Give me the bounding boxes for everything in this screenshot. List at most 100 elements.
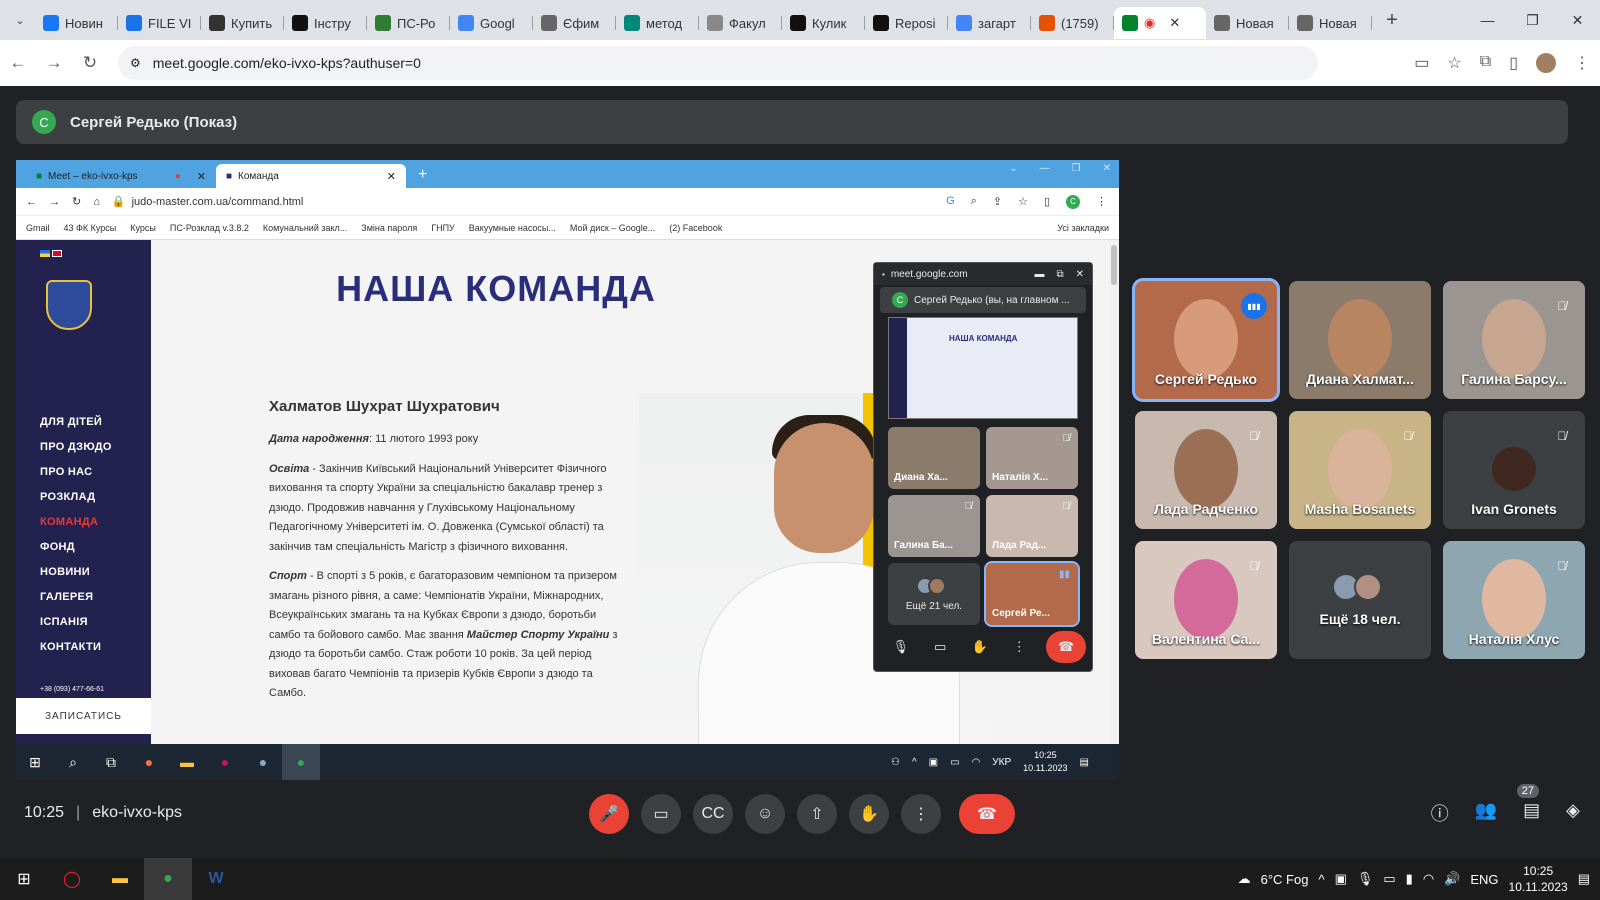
participant-tile[interactable]: Ещё 18 чел. [1289, 541, 1431, 659]
participant-video [1174, 299, 1238, 379]
restore-icon[interactable]: ❐ [1510, 0, 1555, 40]
menu-kebab-icon[interactable]: ⋮ [1574, 53, 1590, 73]
mic-icon[interactable]: 🎙 [1357, 871, 1374, 887]
windows-start-icon: ⊞ [29, 753, 41, 770]
captions-icon[interactable]: CC [693, 794, 733, 834]
home-icon: ⌂ [93, 195, 100, 208]
mic-off-icon[interactable]: 🎤 [589, 794, 629, 834]
globe-icon [707, 15, 723, 31]
browser-tab[interactable]: Googl [450, 7, 533, 39]
emoji-icon[interactable]: ☺ [745, 794, 785, 834]
browser-tab[interactable]: ◉ ✕ [1114, 7, 1206, 39]
browser-tab[interactable]: Купить [201, 7, 284, 39]
minimize-icon[interactable]: — [1465, 0, 1510, 40]
tab-label: Факул [729, 15, 766, 31]
raise-hand-icon[interactable]: ✋ [849, 794, 889, 834]
pip-participant-tile: 🎙̸ Галина Ба... [888, 495, 980, 557]
browser-tab[interactable]: Факул [699, 7, 782, 39]
new-tab-icon: + [418, 166, 428, 183]
chevron-up-icon[interactable]: ^ [1318, 872, 1324, 887]
browser-tab[interactable]: ПС-Ро [367, 7, 450, 39]
display-icon[interactable]: ▭ [1383, 871, 1395, 887]
meet-icon [1122, 15, 1138, 31]
people-icon[interactable]: 👥 27 [1475, 784, 1539, 826]
weather-text[interactable]: 6°C Fog [1261, 872, 1309, 887]
weather-icon[interactable]: ☁ [1238, 871, 1251, 887]
activities-icon[interactable]: ◈ [1566, 800, 1580, 826]
meeting-details-icon[interactable]: ⓘ [1431, 800, 1449, 826]
participant-tile[interactable]: 🎙̸ Masha Bosanets [1289, 411, 1431, 529]
bookmark-item: Вакуумные насосы... [468, 222, 556, 233]
browser-tab[interactable]: Новин [35, 7, 118, 39]
windows-start-icon[interactable]: ⊞ [0, 858, 48, 900]
close-tab-icon[interactable]: ✕ [1169, 15, 1180, 31]
extensions-icon[interactable]: ⧉ [1480, 53, 1491, 73]
file-explorer-icon[interactable]: ▬ [96, 858, 144, 900]
more-options-icon[interactable]: ⋮ [901, 794, 941, 834]
site-sidebar: ДЛЯ ДІТЕЙ ПРО ДЗЮДО ПРО НАС РОЗКЛАД КОМАНДА Ф… [16, 240, 151, 744]
participant-tile[interactable]: 🎙̸ Галина Барсу... [1443, 281, 1585, 399]
shared-window-controls: ⌄ — ❐ ✕ [1009, 163, 1111, 174]
pip-mini-title: НАША КОМАНДА [949, 334, 1018, 343]
meet-pip-window: ▪ meet.google.com ▬ ⧉ ✕ С Сергей Редько (в… [873, 262, 1093, 672]
site-settings-icon[interactable]: ⚙ [130, 56, 141, 70]
opera-icon[interactable]: ◯ [48, 858, 96, 900]
close-window-icon[interactable]: ✕ [1555, 0, 1600, 40]
camera-toggle-icon[interactable]: ▭ [641, 794, 681, 834]
browser-tab[interactable]: Єфим [533, 7, 616, 39]
profile-avatar[interactable] [1536, 53, 1556, 73]
language-indicator[interactable]: ENG [1470, 872, 1498, 887]
browser-tab-strip: ⌄ Новин FILE VI Купить Інстру ПС-Ро Googl Єфим… [0, 0, 1600, 40]
browser-tab[interactable]: Новая [1289, 7, 1372, 39]
bookmark-item: Зміна пароля [361, 222, 418, 233]
participant-tile[interactable]: 🎙̸ Наталія Хлус [1443, 541, 1585, 659]
participant-name: Masha Bosanets [1304, 501, 1416, 517]
tab-search-icon[interactable]: ⌄ [5, 5, 35, 35]
browser-tab[interactable]: Новая [1206, 7, 1289, 39]
judo-site-icon: ■ [226, 170, 233, 182]
leave-call-button[interactable]: ☎ [959, 794, 1015, 834]
bookmark-item: ПС-Розклад v.3.8.2 [169, 222, 249, 233]
site-menu-item: ІСПАНІЯ [40, 616, 88, 628]
participant-tile[interactable]: 🎙̸ Ivan Gronets [1443, 411, 1585, 529]
site-menu-item: ПРО НАС [40, 466, 93, 478]
tab-label: Новая [1236, 15, 1274, 31]
pip-participant-tile: 🎙̸ Наталія Х... [986, 427, 1078, 489]
battery-icon[interactable]: ▮ [1406, 871, 1413, 887]
bookmark-item: ГНПУ [431, 222, 455, 233]
reload-icon[interactable]: ↻ [72, 53, 108, 73]
new-tab-button[interactable]: + [1378, 6, 1406, 34]
present-screen-icon[interactable]: ⇧ [797, 794, 837, 834]
wifi-icon[interactable]: ◠ [1423, 871, 1434, 887]
volume-icon[interactable]: 🔊 [1444, 871, 1460, 887]
browser-tab[interactable]: Кулик [782, 7, 865, 39]
back-icon[interactable]: ← [0, 53, 36, 73]
system-clock[interactable]: 10:25 10.11.2023 [1509, 863, 1568, 895]
chrome-icon[interactable]: ● [144, 858, 192, 900]
chat-icon[interactable]: ▤ [1523, 800, 1540, 826]
browser-tab[interactable]: (1759) [1031, 7, 1114, 39]
participant-tile[interactable]: 🎙̸ Лада Радченко [1135, 411, 1277, 529]
camera-icon[interactable]: ▭ [1414, 53, 1429, 73]
address-bar[interactable]: ⚙ meet.google.com/eko-ivxo-kps?authuser=… [118, 46, 1318, 80]
mic-muted-icon: 🎙̸ [1557, 429, 1567, 443]
browser-tab[interactable]: Інстру [284, 7, 367, 39]
tray-icon[interactable]: ▣ [1335, 871, 1347, 887]
browser-tab[interactable]: метод [616, 7, 699, 39]
forward-icon[interactable]: → [36, 53, 72, 73]
browser-tab[interactable]: FILE VI [118, 7, 201, 39]
participant-tile[interactable]: 🎙̸ Валентина Са... [1135, 541, 1277, 659]
participants-grid: ▮▮▮ Сергей Редько Диана Халмат... 🎙̸ Галина … [1135, 281, 1585, 659]
participant-tile[interactable]: Диана Халмат... [1289, 281, 1431, 399]
bookmark-star-icon[interactable]: ☆ [1447, 53, 1461, 73]
url-text: meet.google.com/eko-ivxo-kps?authuser=0 [152, 55, 421, 71]
browser-tab[interactable]: загарт [948, 7, 1031, 39]
side-panel-icon[interactable]: ▯ [1509, 53, 1518, 73]
notifications-icon[interactable]: ▤ [1578, 871, 1590, 887]
person-name: Халматов Шухрат Шухратович [269, 398, 500, 415]
site-menu-item: ДЛЯ ДІТЕЙ [40, 416, 103, 428]
browser-tab[interactable]: Reposi [865, 7, 948, 39]
translate-icon [458, 15, 474, 31]
participant-tile[interactable]: ▮▮▮ Сергей Редько [1135, 281, 1277, 399]
word-icon[interactable]: W [192, 858, 240, 900]
